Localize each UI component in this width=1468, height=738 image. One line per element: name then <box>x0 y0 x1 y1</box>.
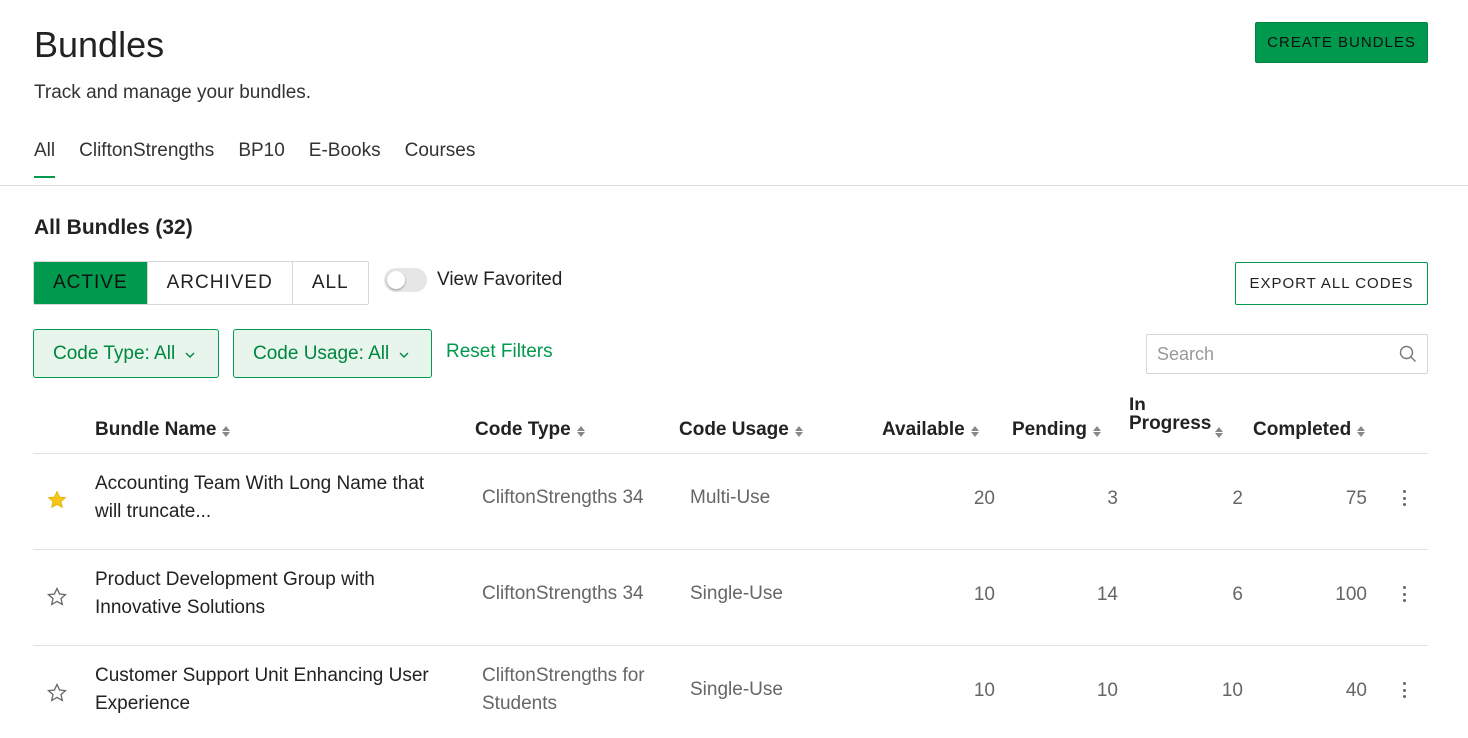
page-title: Bundles <box>34 24 165 65</box>
code-usage-filter-dropdown[interactable]: Code Usage: All <box>233 329 432 378</box>
code-type: CliftonStrengths 34 <box>482 487 644 508</box>
bundle-name[interactable]: Customer Support Unit Enhancing User Exp… <box>95 662 455 718</box>
column-header-bundle-name[interactable]: Bundle Name <box>95 419 231 441</box>
column-header-in-progress[interactable]: In Progress <box>1129 395 1223 438</box>
available-count: 20 <box>973 488 995 509</box>
column-label: Completed <box>1253 419 1352 440</box>
column-label: Code Usage <box>679 419 789 440</box>
available-count: 10 <box>973 584 995 605</box>
tab-cliftonstrengths[interactable]: CliftonStrengths <box>79 140 214 178</box>
tab-courses[interactable]: Courses <box>405 140 476 178</box>
search-box <box>1146 334 1428 374</box>
toggle-knob <box>387 271 405 289</box>
completed-count: 75 <box>1345 488 1367 509</box>
in-progress-count: 10 <box>1221 680 1243 701</box>
code-usage: Multi-Use <box>690 487 771 508</box>
code-usage-filter-label: Code Usage: All <box>253 342 390 364</box>
star-outline-icon[interactable] <box>47 587 67 607</box>
column-label: Code Type <box>475 419 571 440</box>
bundle-name[interactable]: Accounting Team With Long Name that will… <box>95 470 455 526</box>
section-title: All Bundles (32) <box>34 216 193 239</box>
status-segmented-control: ACTIVE ARCHIVED ALL <box>33 261 369 305</box>
status-archived-button[interactable]: ARCHIVED <box>147 262 293 304</box>
star-outline-icon[interactable] <box>47 683 67 703</box>
in-progress-count: 2 <box>1232 488 1243 509</box>
chevron-down-icon <box>399 348 409 362</box>
kebab-menu-icon[interactable] <box>1396 584 1412 604</box>
column-label: Pending <box>1012 419 1087 440</box>
search-icon[interactable] <box>1399 345 1417 363</box>
tab-bp10[interactable]: BP10 <box>238 140 284 178</box>
column-label: Available <box>882 419 965 440</box>
sort-icon <box>794 426 803 437</box>
export-all-codes-button[interactable]: EXPORT ALL CODES <box>1235 262 1428 305</box>
table-divider <box>33 453 1428 454</box>
star-filled-icon[interactable] <box>47 490 67 510</box>
chevron-down-icon <box>185 348 195 362</box>
column-header-code-type[interactable]: Code Type <box>475 419 585 441</box>
column-header-pending[interactable]: Pending <box>1012 419 1101 441</box>
sort-icon <box>1215 427 1223 438</box>
tab-e-books[interactable]: E-Books <box>309 140 381 178</box>
view-favorited-toggle[interactable] <box>384 268 427 292</box>
tab-all[interactable]: All <box>34 140 56 178</box>
sort-icon <box>576 426 585 437</box>
tabs-divider <box>0 185 1468 186</box>
completed-count: 100 <box>1335 584 1367 605</box>
sort-icon <box>970 426 979 437</box>
sort-icon <box>1357 426 1366 437</box>
code-usage: Single-Use <box>690 679 783 700</box>
available-count: 10 <box>973 680 995 701</box>
column-label: Bundle Name <box>95 419 217 440</box>
table-divider <box>33 645 1428 646</box>
bundle-name[interactable]: Product Development Group with Innovativ… <box>95 566 455 622</box>
column-label-line2: Progress <box>1129 413 1212 434</box>
code-type-filter-label: Code Type: All <box>53 342 176 364</box>
search-input[interactable] <box>1147 335 1387 373</box>
code-type: CliftonStrengths 34 <box>482 583 644 604</box>
page-subtitle: Track and manage your bundles. <box>34 82 312 103</box>
pending-count: 3 <box>1107 488 1118 509</box>
pending-count: 14 <box>1096 584 1118 605</box>
code-usage: Single-Use <box>690 583 783 604</box>
column-header-code-usage[interactable]: Code Usage <box>679 419 803 441</box>
code-type-filter-dropdown[interactable]: Code Type: All <box>33 329 219 378</box>
table-divider <box>33 549 1428 550</box>
reset-filters-link[interactable]: Reset Filters <box>446 341 553 363</box>
kebab-menu-icon[interactable] <box>1396 488 1412 508</box>
sort-icon <box>1092 426 1101 437</box>
sort-icon <box>222 426 231 437</box>
column-header-available[interactable]: Available <box>882 419 979 441</box>
pending-count: 10 <box>1096 680 1118 701</box>
category-tabs: All CliftonStrengths BP10 E-Books Course… <box>34 140 475 178</box>
kebab-menu-icon[interactable] <box>1396 680 1412 700</box>
view-favorited-control: View Favorited <box>384 268 562 292</box>
in-progress-count: 6 <box>1232 584 1243 605</box>
column-header-completed[interactable]: Completed <box>1253 419 1366 441</box>
code-type: CliftonStrengths for Students <box>482 665 645 714</box>
completed-count: 40 <box>1345 680 1367 701</box>
column-label-line1: In <box>1129 395 1146 410</box>
view-favorited-label: View Favorited <box>437 269 563 290</box>
create-bundles-button[interactable]: CREATE BUNDLES <box>1255 22 1428 63</box>
status-active-button[interactable]: ACTIVE <box>34 262 148 304</box>
status-all-button[interactable]: ALL <box>292 262 368 304</box>
